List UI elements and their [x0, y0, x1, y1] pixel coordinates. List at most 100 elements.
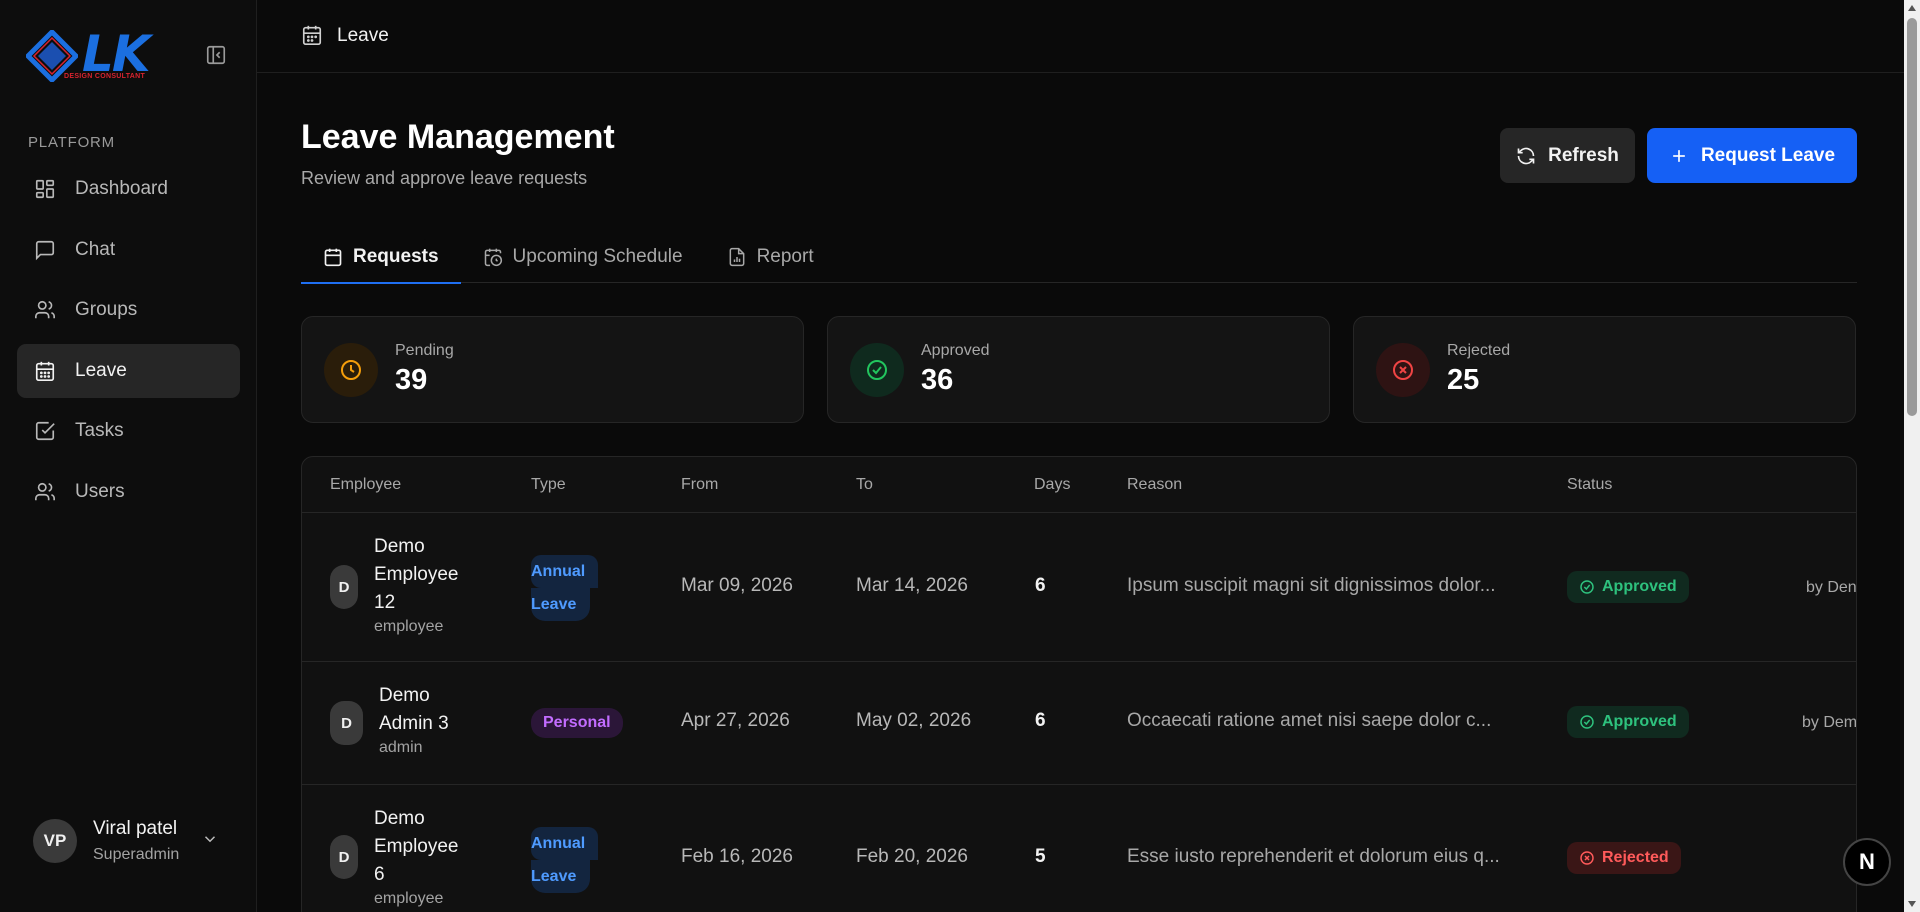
employee-role: employee [374, 618, 444, 635]
employee-name-line: 12 [374, 592, 396, 613]
sidebar-item-leave[interactable]: Leave [17, 343, 240, 398]
refresh-icon [1516, 146, 1536, 166]
column-header-days[interactable]: Days [1034, 476, 1070, 494]
sidebar-item-dashboard[interactable]: Dashboard [17, 162, 240, 216]
calendar-icon [33, 359, 57, 383]
stat-value: 36 [921, 364, 954, 396]
table-row[interactable]: D Demo Admin 3 admin Personal Apr 27, 20… [302, 662, 1856, 785]
tab-bar: Requests Upcoming Schedule Report [301, 230, 1857, 284]
employee-name-line: Demo [374, 536, 425, 557]
stat-label: Rejected [1447, 342, 1511, 359]
sidebar-item-label: Leave [75, 359, 127, 381]
chevron-down-icon [201, 830, 219, 853]
chat-icon [33, 238, 57, 262]
panel-left-icon [206, 45, 226, 65]
from-date: Apr 27, 2026 [681, 710, 790, 731]
sidebar-item-chat[interactable]: Chat [17, 223, 240, 277]
request-leave-button[interactable]: Request Leave [1647, 128, 1857, 183]
refresh-label: Refresh [1548, 144, 1619, 166]
leave-type-badge: Annual Leave [531, 555, 598, 621]
stat-card-pending: Pending 39 [301, 316, 804, 423]
groups-icon [33, 298, 57, 322]
status-badge: Approved [1567, 571, 1689, 603]
reason-text: Occaecati ratione amet nisi saepe dolor … [1127, 710, 1492, 731]
tab-label: Requests [353, 245, 439, 267]
employee-name-line: Demo [379, 685, 430, 706]
x-circle-icon [1376, 342, 1430, 397]
employee-cell: Demo Employee 12 employee [374, 533, 459, 637]
table-header: Employee Type From To Days Reason Status [302, 457, 1856, 513]
tab-label: Report [756, 245, 814, 267]
sidebar-item-tasks[interactable]: Tasks [17, 404, 240, 458]
sidebar-item-label: Users [75, 480, 125, 502]
sidebar-nav: Dashboard Chat Groups Leave Tasks Users [17, 162, 240, 526]
column-header-type[interactable]: Type [531, 476, 566, 494]
employee-name-line: Employee [374, 836, 459, 857]
sidebar-item-label: Groups [75, 299, 138, 321]
column-header-reason[interactable]: Reason [1127, 476, 1182, 494]
dev-tools-badge[interactable]: N [1843, 838, 1891, 886]
page-subtitle: Review and approve leave requests [301, 168, 588, 188]
employee-name-line: Admin 3 [379, 713, 449, 734]
status-badge: Approved [1567, 706, 1689, 738]
approved-by: by Dem [1802, 714, 1857, 731]
user-role: Superadmin [93, 846, 180, 863]
column-header-status[interactable]: Status [1567, 476, 1612, 494]
employee-cell: Demo Employee 6 employee [374, 805, 459, 909]
sidebar-item-users[interactable]: Users [17, 465, 240, 519]
user-menu[interactable]: VP Viral patel Superadmin [33, 818, 216, 864]
sidebar-item-label: Dashboard [75, 178, 168, 199]
column-header-to[interactable]: To [856, 476, 873, 494]
employee-name-line: Employee [374, 564, 459, 585]
table-row[interactable]: D Demo Employee 12 employee Annual Leave… [302, 513, 1856, 662]
plus-icon [1669, 146, 1689, 166]
tasks-icon [33, 419, 57, 443]
tab-report[interactable]: Report [705, 230, 836, 283]
tab-label: Upcoming Schedule [512, 245, 683, 267]
users-icon [33, 480, 57, 504]
leave-type-badge: Personal [531, 708, 623, 738]
check-circle-icon [1579, 579, 1595, 595]
sidebar: LK DESIGN CONSULTANT PLATFORM Dashboard [0, 0, 257, 912]
from-date: Mar 09, 2026 [681, 575, 793, 596]
column-header-employee[interactable]: Employee [330, 476, 401, 494]
stat-value: 39 [395, 364, 428, 396]
leave-requests-table: Employee Type From To Days Reason Status… [301, 456, 1857, 912]
table-row[interactable]: D Demo Employee 6 employee Annual Leave … [302, 785, 1856, 912]
app-root: LK DESIGN CONSULTANT PLATFORM Dashboard [0, 0, 1920, 912]
user-info: Viral patel Superadmin [93, 818, 179, 864]
stat-card-rejected: Rejected 25 [1353, 316, 1856, 423]
employee-avatar: D [330, 565, 358, 609]
page-scrollbar[interactable] [1904, 0, 1920, 912]
scroll-up-arrow-icon[interactable] [1908, 5, 1916, 11]
calendar-icon [323, 247, 343, 267]
tab-upcoming-schedule[interactable]: Upcoming Schedule [461, 230, 705, 283]
sidebar-toggle-button[interactable] [204, 43, 228, 67]
stat-value: 25 [1447, 364, 1480, 396]
sidebar-section-label: PLATFORM [28, 134, 115, 151]
check-circle-icon [1579, 714, 1595, 730]
from-date: Feb 16, 2026 [681, 846, 793, 867]
employee-cell: Demo Admin 3 admin [379, 682, 449, 758]
employee-role: admin [379, 739, 423, 756]
scrollbar-thumb[interactable] [1907, 18, 1917, 416]
calendar-clock-icon [483, 247, 503, 267]
brand-logo[interactable]: LK DESIGN CONSULTANT [26, 26, 156, 86]
user-name: Viral patel [93, 818, 178, 839]
stat-label: Pending [395, 342, 454, 359]
sidebar-item-groups[interactable]: Groups [17, 283, 240, 337]
to-date: Mar 14, 2026 [856, 575, 968, 596]
tab-requests[interactable]: Requests [301, 230, 461, 284]
stat-card-approved: Approved 36 [827, 316, 1330, 423]
days-count: 6 [1035, 710, 1046, 731]
stats-row: Pending 39 Approved 36 Rejected 25 [301, 316, 1856, 423]
dashboard-icon [33, 177, 57, 201]
scroll-down-arrow-icon[interactable] [1908, 901, 1916, 907]
reason-text: Esse iusto reprehenderit et dolorum eius… [1127, 846, 1500, 867]
employee-avatar: D [330, 701, 363, 745]
to-date: Feb 20, 2026 [856, 846, 968, 867]
refresh-button[interactable]: Refresh [1500, 128, 1635, 183]
column-header-from[interactable]: From [681, 476, 718, 494]
days-count: 6 [1035, 575, 1046, 596]
approved-by: by Den [1806, 579, 1857, 596]
